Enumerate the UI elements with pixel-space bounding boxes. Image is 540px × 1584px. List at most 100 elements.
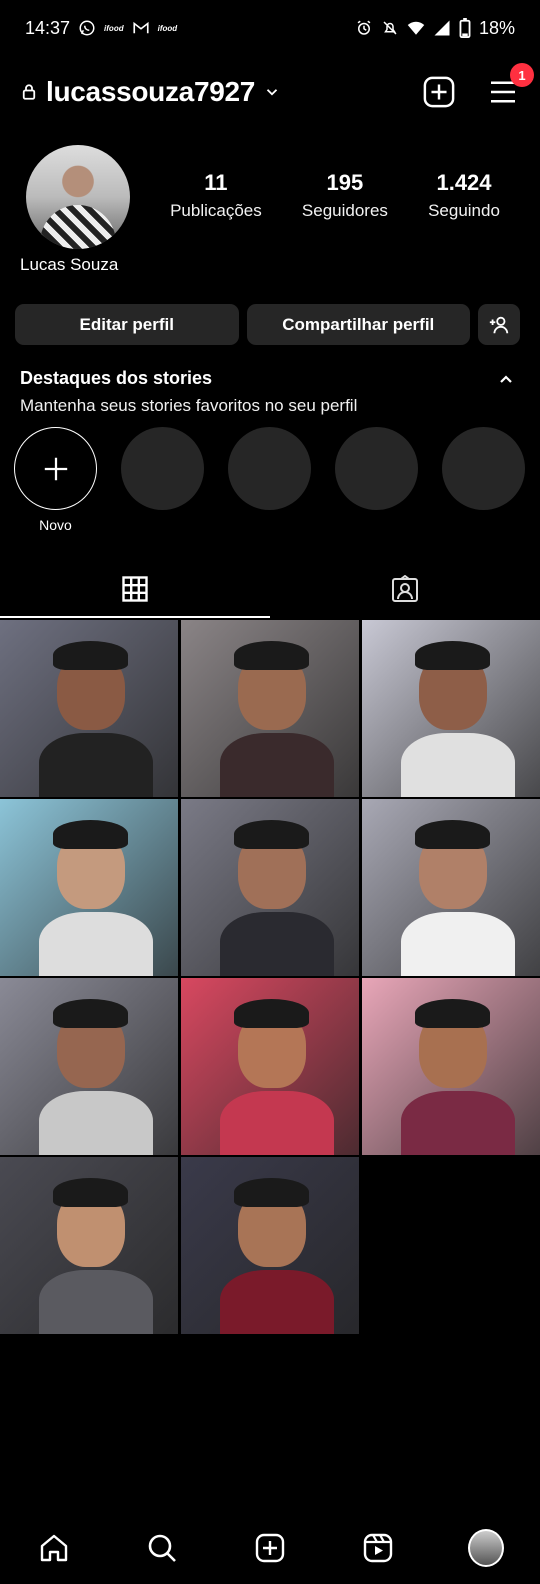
share-profile-button[interactable]: Compartilhar perfil [246,304,470,345]
ifood-logo-2: ifood [157,23,178,33]
profile-tabs [0,560,540,618]
post-thumbnail[interactable] [181,1157,359,1334]
post-person-body [39,1269,154,1334]
post-person-hair [53,641,129,670]
post-person-hair [53,999,129,1028]
profile-actions: Editar perfil Compartilhar perfil [15,304,520,345]
post-person-body [39,1090,154,1155]
plus-square-icon [423,76,455,108]
post-grid [0,620,540,1334]
nav-create[interactable] [252,1530,288,1566]
wifi-icon [407,19,425,37]
chevron-down-icon [263,83,281,101]
menu-button[interactable]: 1 [486,63,534,109]
collapse-highlights-button[interactable] [496,370,516,390]
profile-stats: 11 Publicações 195 Seguidores 1.424 Segu… [150,170,520,221]
post-person-hair [53,820,129,849]
highlight-placeholder [335,427,418,533]
stat-value: 195 [326,170,364,195]
highlight-placeholder-circle [228,427,311,510]
post-thumbnail[interactable] [362,799,540,976]
avatar-shirt [40,205,116,249]
stat-label: Seguindo [428,201,500,220]
stat-label: Publicações [170,201,262,220]
profile-full-name: Lucas Souza [20,255,119,274]
profile-avatar[interactable] [26,145,130,249]
discover-people-button[interactable] [478,304,520,345]
status-time: 14:37 [25,17,71,38]
post-person-body [220,1090,335,1155]
whatsapp-icon [78,19,96,37]
post-thumbnail[interactable] [362,978,540,1155]
username: lucassouza7927 [46,76,256,107]
nav-search[interactable] [144,1530,180,1566]
post-person-hair [234,641,310,670]
highlights-title: Destaques dos stories [20,368,213,388]
nav-profile[interactable] [468,1529,504,1567]
bottom-navigation [0,1520,540,1576]
post-thumbnail[interactable] [181,799,359,976]
post-person-body [39,732,154,797]
post-person-body [401,732,516,797]
stat-posts[interactable]: 11 Publicações [170,170,262,221]
header-actions: 1 [422,63,534,109]
highlight-placeholder-circle [335,427,418,510]
post-thumbnail[interactable] [0,1157,178,1334]
post-thumbnail[interactable] [181,978,359,1155]
highlights-row: Novo [14,427,540,533]
highlight-new-label: Novo [39,517,72,533]
post-thumbnail[interactable] [362,620,540,797]
post-person-body [220,911,335,976]
stat-value: 1.424 [436,170,492,195]
post-person-hair [234,1178,310,1207]
tagged-person-icon [392,575,418,602]
post-person-body [220,732,335,797]
ifood-logo: ifood [104,23,124,33]
post-person-hair [415,641,491,670]
status-bar: 14:37 ifood ifood 18% [0,0,540,56]
highlights-subtitle: Mantenha seus stories favoritos no seu p… [20,396,358,415]
battery-icon [459,18,471,38]
nav-reels[interactable] [360,1530,396,1566]
grid-icon [122,576,148,602]
chevron-up-icon [500,375,512,383]
highlight-new[interactable]: Novo [14,427,97,533]
stat-following[interactable]: 1.424 Seguindo [428,170,500,221]
search-icon [148,1534,176,1562]
post-thumbnail[interactable] [181,620,359,797]
post-thumbnail[interactable] [0,620,178,797]
post-person-body [39,911,154,976]
stat-label: Seguidores [301,201,388,220]
post-person-hair [415,999,491,1028]
profile-avatar-small [468,1529,504,1567]
create-button[interactable] [422,75,456,109]
add-person-icon [489,316,509,333]
edit-profile-button[interactable]: Editar perfil [15,304,239,345]
profile-header: lucassouza7927 1 [0,63,540,118]
post-person-hair [53,1178,129,1207]
alarm-icon [355,19,373,37]
highlight-placeholder [228,427,311,533]
highlight-placeholder-circle [121,427,204,510]
mute-icon [381,19,399,37]
highlight-new-circle [14,427,97,510]
nav-home[interactable] [36,1530,72,1566]
home-icon [40,1534,68,1562]
post-person-hair [234,820,310,849]
highlight-placeholder-circle [442,427,525,510]
post-person-hair [415,820,491,849]
tab-tagged[interactable] [270,560,540,618]
status-right: 18% [355,18,515,39]
stat-value: 11 [204,170,228,195]
tab-posts-grid[interactable] [0,560,270,618]
lock-icon [20,83,38,101]
post-thumbnail[interactable] [0,978,178,1155]
account-switcher[interactable]: lucassouza7927 [20,76,281,108]
highlight-placeholder [442,427,525,533]
stat-followers[interactable]: 195 Seguidores [302,170,388,221]
post-thumbnail[interactable] [0,799,178,976]
post-person-hair [234,999,310,1028]
reels-icon [363,1533,393,1563]
post-person-body [401,911,516,976]
post-person-body [401,1090,516,1155]
